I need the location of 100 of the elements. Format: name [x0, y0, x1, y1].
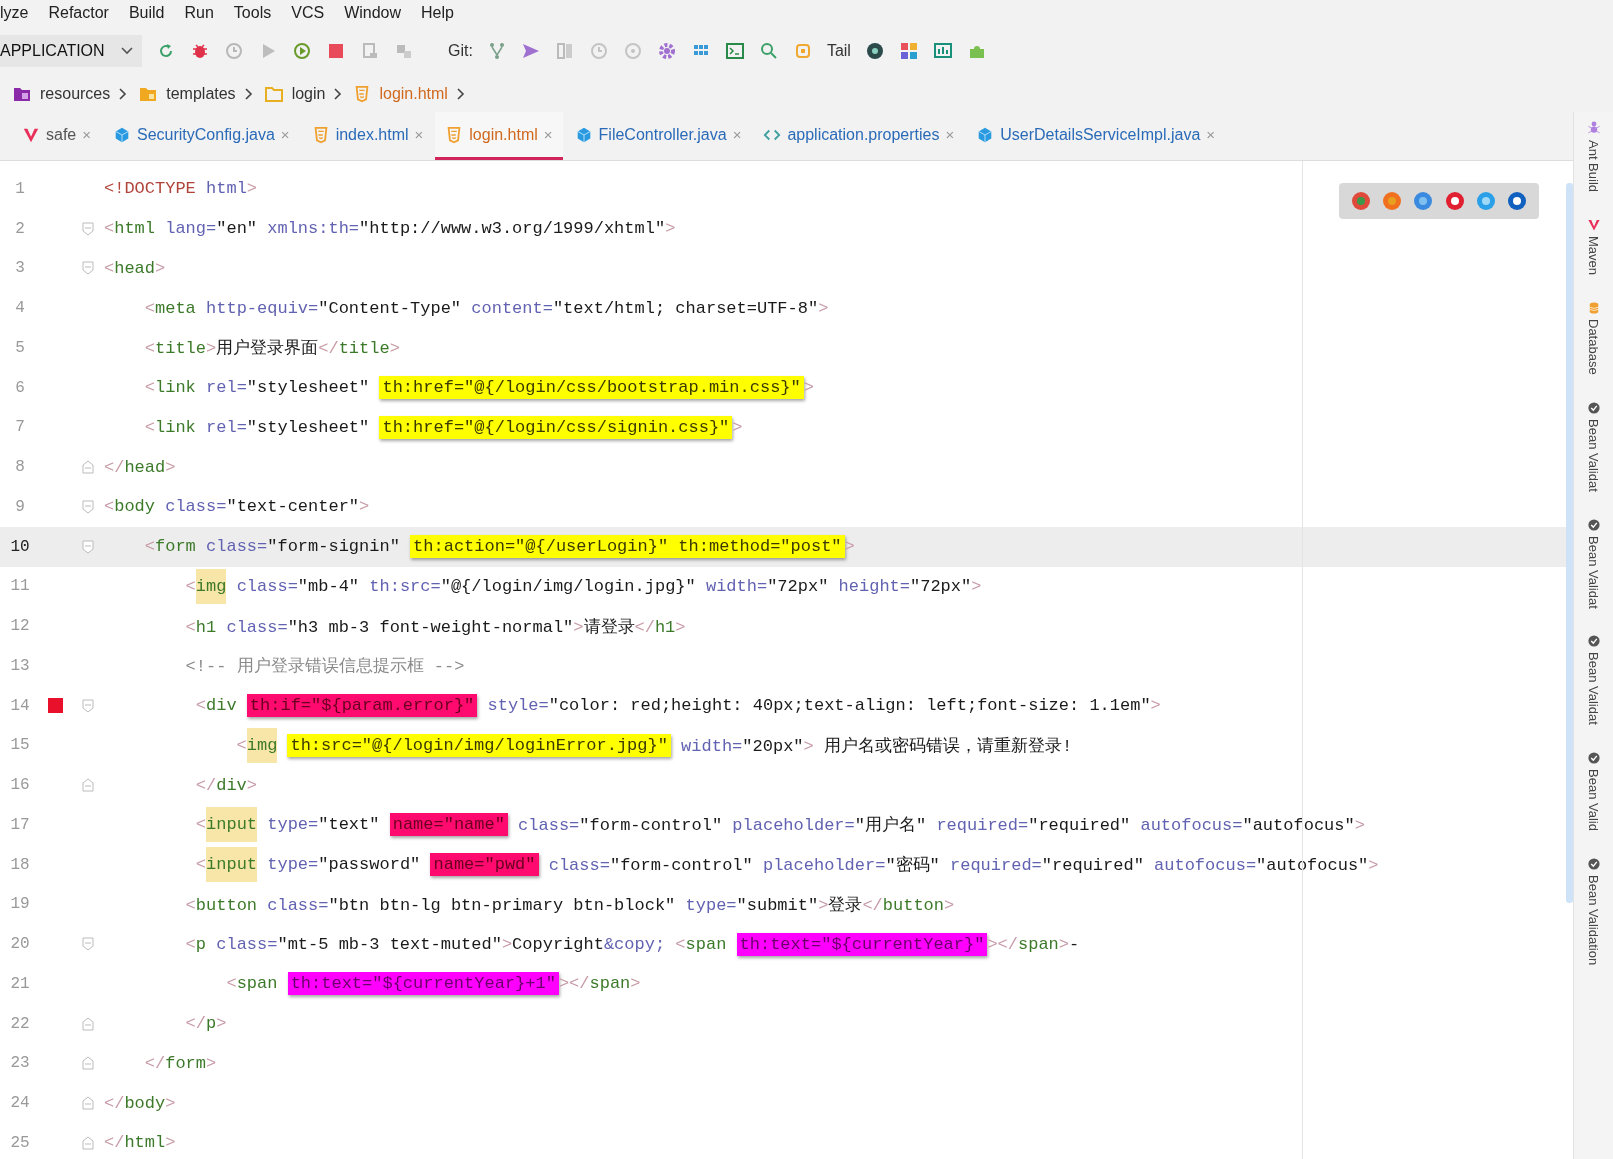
editor-tab[interactable]: FileController.java ×: [564, 112, 752, 160]
fold-marker-icon[interactable]: [82, 1135, 94, 1150]
code-text: ></span>-: [987, 934, 1080, 954]
tool-window-button[interactable]: Bean Validat: [1586, 400, 1601, 492]
check-badge-icon: [1586, 517, 1601, 532]
code-text: <head>: [104, 258, 166, 278]
device-icon[interactable]: [360, 41, 380, 61]
fold-marker-icon[interactable]: [82, 460, 94, 475]
code-text: <h1 class="h3 mb-3 font-weight-normal">请登录</h1>: [184, 616, 686, 638]
browser-icon[interactable]: [1443, 190, 1466, 212]
line-number: 7: [14, 418, 26, 437]
highlighted-code: name="name": [389, 813, 508, 837]
breadcrumb-item[interactable]: templates: [166, 85, 236, 103]
code-text: <: [194, 815, 207, 835]
breakpoint-icon[interactable]: [48, 698, 63, 714]
editor-tab[interactable]: SecurityConfig.java ×: [103, 112, 300, 160]
highlighted-code: input: [206, 847, 258, 883]
bug-icon[interactable]: [190, 41, 210, 61]
browser-icon[interactable]: [1349, 190, 1372, 212]
highlighted-code: img: [195, 568, 227, 604]
fold-marker-icon[interactable]: [82, 1096, 94, 1111]
search-icon[interactable]: [758, 41, 779, 61]
code-text: >: [732, 417, 743, 437]
browser-icon[interactable]: [1506, 190, 1529, 212]
highlighted-code: th:src="@{/login/img/loginError.jpg}": [287, 733, 671, 757]
code-text: class="form-control" placeholder="用户名" required="required" autofocus="autofocus">: [517, 815, 1365, 837]
tail-label[interactable]: Tail: [826, 42, 851, 60]
code-text: <: [235, 735, 247, 755]
chevron-icon: [455, 88, 466, 100]
fold-marker-icon[interactable]: [82, 937, 94, 952]
line-number: 12: [9, 617, 31, 636]
menu-item[interactable]: Build: [128, 4, 165, 22]
check-badge-icon: [1586, 400, 1601, 415]
line-number: 3: [14, 259, 26, 278]
send-icon[interactable]: [520, 41, 541, 61]
fold-marker-icon[interactable]: [82, 1016, 94, 1031]
code-text: <!DOCTYPE html>: [104, 179, 258, 199]
editor-tab[interactable]: safe ×: [12, 112, 101, 160]
line-number: 13: [9, 656, 31, 675]
clock-icon[interactable]: [224, 41, 244, 61]
fold-marker-icon[interactable]: [82, 539, 94, 554]
tool-window-button[interactable]: Bean Validat: [1586, 634, 1601, 726]
menu-item[interactable]: VCS: [291, 4, 325, 22]
chevron-icon: [333, 88, 344, 100]
history-icon[interactable]: [588, 41, 609, 61]
menu-item[interactable]: Run: [184, 4, 214, 22]
editor-tab[interactable]: UserDetailsServiceImpl.java ×: [966, 112, 1226, 160]
tool-window-button[interactable]: Bean Validation: [1586, 856, 1601, 966]
line-number: 1: [14, 179, 26, 198]
code-text: <p class="mt-5 mb-3 text-muted">Copyright&copy; <span: [184, 934, 728, 954]
menu-item[interactable]: lyze: [0, 4, 29, 22]
menu-item[interactable]: Refactor: [48, 4, 109, 22]
line-number: 20: [9, 935, 31, 954]
menu-item[interactable]: Help: [421, 4, 454, 22]
breadcrumb-item[interactable]: login: [291, 85, 326, 103]
chart-icon[interactable]: [932, 41, 953, 61]
fold-marker-icon[interactable]: [82, 1056, 94, 1071]
check-badge-icon: [1586, 751, 1601, 766]
code-text: </body>: [104, 1093, 176, 1113]
fold-marker-icon[interactable]: [82, 778, 94, 793]
fold-marker-icon[interactable]: [82, 221, 94, 236]
stop-icon[interactable]: [326, 41, 346, 61]
revert-icon[interactable]: [622, 41, 643, 61]
editor-tab[interactable]: application.properties ×: [753, 112, 965, 160]
tool-window-button[interactable]: Bean Valid: [1586, 751, 1601, 831]
terminal-icon[interactable]: [724, 41, 745, 61]
v-icon: [1586, 218, 1601, 233]
code-text: type="text": [266, 815, 381, 835]
tool-window-button[interactable]: Database: [1586, 301, 1601, 375]
play-circle-icon[interactable]: [292, 41, 312, 61]
scrollbar[interactable]: [1566, 183, 1573, 903]
code-text: <meta http-equiv="Content-Type" content="text/html; charset=UTF-8">: [143, 298, 829, 318]
gear-icon[interactable]: [656, 41, 677, 61]
tiles-icon[interactable]: [898, 41, 919, 61]
code-text: <span: [225, 974, 279, 994]
code-text: <: [194, 855, 207, 875]
fold-marker-icon[interactable]: [82, 698, 94, 713]
browser-icon[interactable]: [1412, 190, 1435, 212]
run-configuration-dropdown[interactable]: APPLICATION: [0, 35, 142, 67]
code-text: ></span>: [558, 974, 641, 994]
fold-marker-icon[interactable]: [82, 499, 94, 514]
fold-marker-icon[interactable]: [82, 261, 94, 276]
line-number: 5: [14, 338, 26, 357]
code-text: <: [184, 576, 196, 596]
line-number: 2: [14, 219, 26, 238]
code-text: >: [803, 378, 814, 398]
line-number: 14: [9, 696, 31, 715]
line-number: 25: [9, 1133, 31, 1152]
editor-tab[interactable]: index.html ×: [301, 112, 434, 160]
menu-item[interactable]: Window: [344, 4, 402, 22]
code-text: <form class="form-signin": [143, 537, 401, 557]
line-number: 15: [9, 736, 31, 755]
disc-icon[interactable]: [864, 41, 885, 61]
tool-window-button[interactable]: Maven: [1586, 218, 1601, 276]
breadcrumb-item[interactable]: resources: [40, 85, 111, 103]
tool-window-button[interactable]: Ant Build: [1585, 120, 1602, 193]
menu-item[interactable]: Tools: [233, 4, 272, 22]
tool-window-button[interactable]: Bean Validat: [1586, 517, 1601, 609]
code-text: <title>用户登录界面</title>: [143, 338, 400, 360]
compare-icon[interactable]: [554, 41, 575, 61]
